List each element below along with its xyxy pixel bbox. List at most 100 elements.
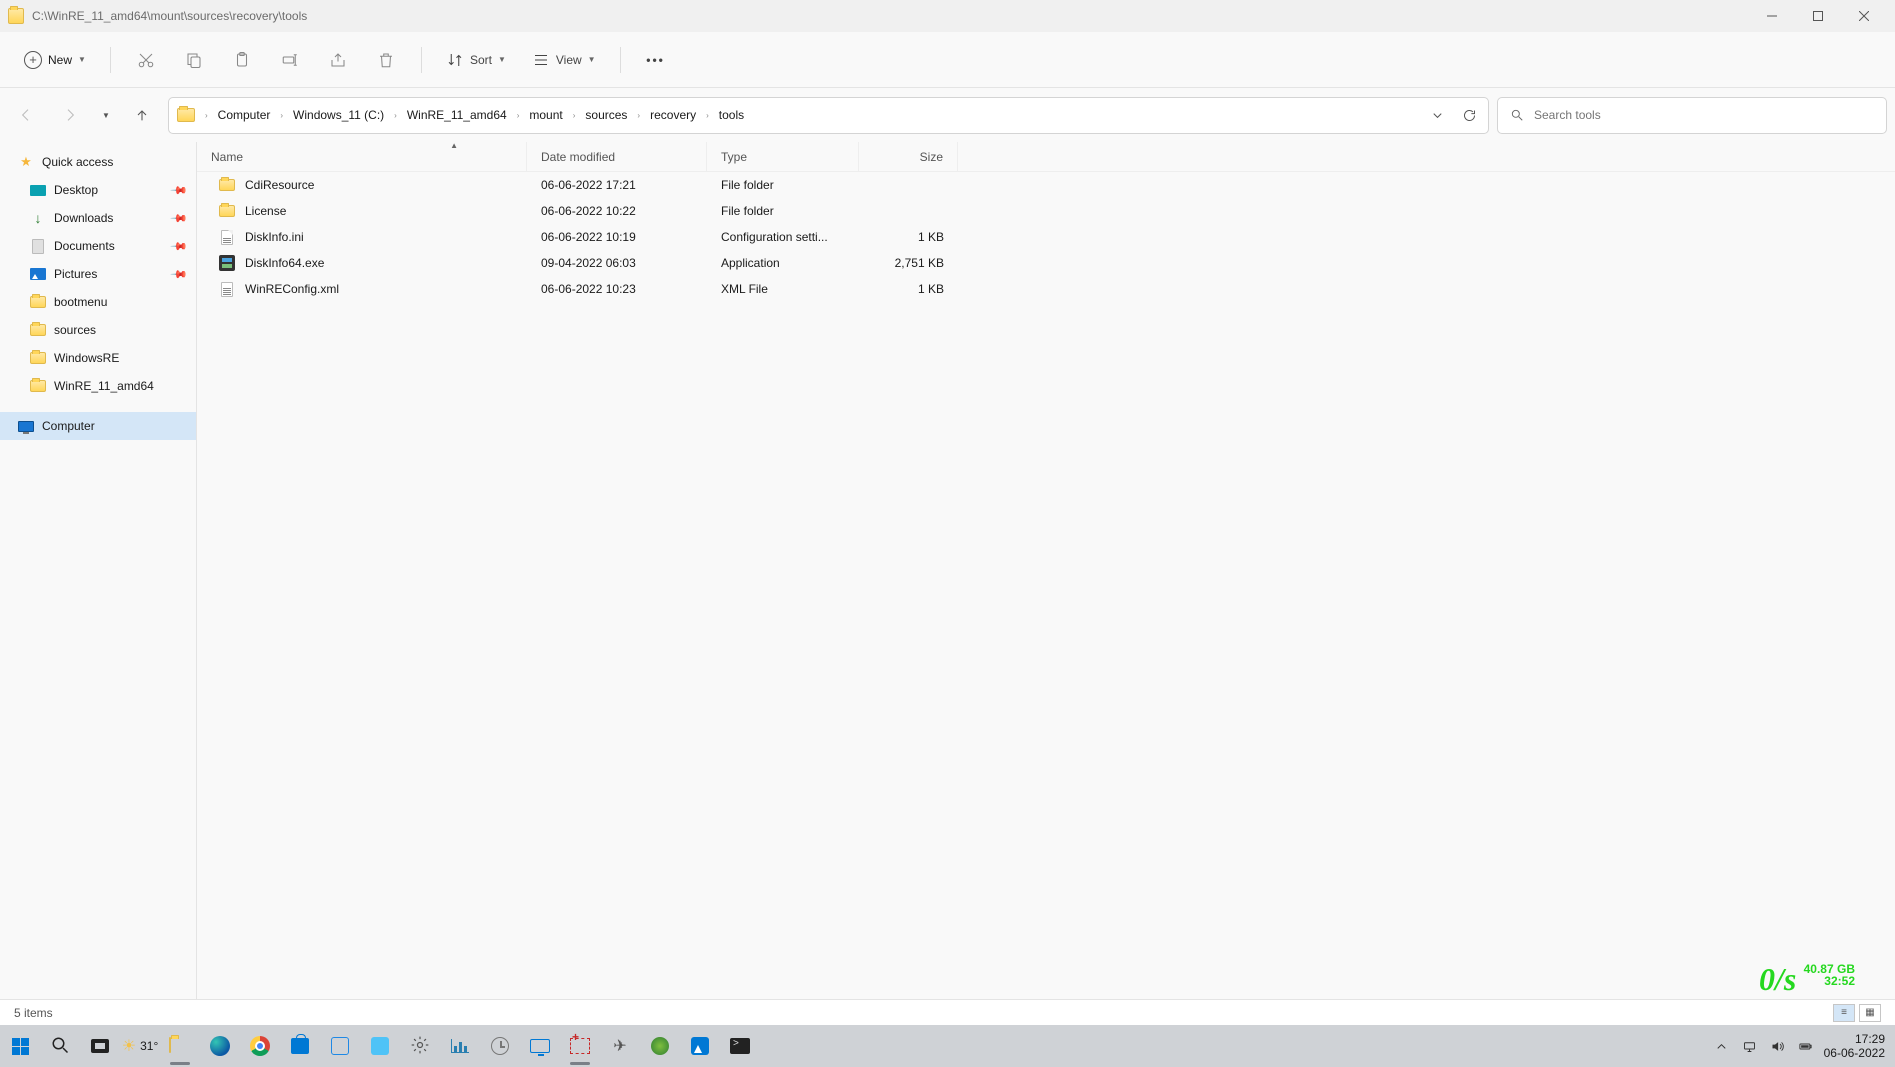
file-row[interactable]: DiskInfo.ini 06-06-2022 10:19 Configurat… bbox=[197, 224, 1895, 250]
column-size[interactable]: Size bbox=[859, 142, 958, 171]
taskbar-timer[interactable] bbox=[486, 1032, 514, 1060]
breadcrumb-sources[interactable]: sources bbox=[581, 104, 631, 126]
task-view-button[interactable] bbox=[86, 1032, 114, 1060]
window-controls bbox=[1749, 0, 1887, 32]
sidebar-item-quick-access[interactable]: ★ Quick access bbox=[0, 148, 196, 176]
sidebar-item-downloads[interactable]: ↓ Downloads 📌 bbox=[0, 204, 196, 232]
start-button[interactable] bbox=[6, 1032, 34, 1060]
ellipsis-icon: ••• bbox=[646, 53, 665, 67]
column-type[interactable]: Type bbox=[707, 142, 859, 171]
sidebar-item-documents[interactable]: Documents 📌 bbox=[0, 232, 196, 260]
new-button[interactable]: New ▼ bbox=[14, 45, 96, 75]
copy-button[interactable] bbox=[173, 41, 215, 79]
search-icon bbox=[1510, 108, 1524, 122]
file-size: 1 KB bbox=[859, 224, 958, 250]
chrome-icon bbox=[250, 1036, 270, 1056]
sidebar-label: Computer bbox=[42, 419, 95, 433]
taskbar-app[interactable] bbox=[326, 1032, 354, 1060]
sidebar-item-computer[interactable]: Computer bbox=[0, 412, 196, 440]
search-button[interactable] bbox=[46, 1032, 74, 1060]
thumbnails-view-button[interactable]: ▦ bbox=[1859, 1004, 1881, 1022]
taskbar-monitor[interactable] bbox=[526, 1032, 554, 1060]
sort-button[interactable]: Sort ▼ bbox=[436, 41, 516, 79]
tray-volume[interactable] bbox=[1768, 1036, 1788, 1056]
tray-battery[interactable] bbox=[1796, 1036, 1816, 1056]
net-rate: 0/s bbox=[1759, 961, 1796, 997]
taskbar-snipping[interactable] bbox=[566, 1032, 594, 1060]
sidebar-label: Pictures bbox=[54, 267, 97, 281]
sidebar-item-windowsre[interactable]: WindowsRE bbox=[0, 344, 196, 372]
taskbar-photos[interactable] bbox=[686, 1032, 714, 1060]
taskbar-terminal[interactable] bbox=[726, 1032, 754, 1060]
up-button[interactable] bbox=[124, 97, 160, 133]
more-button[interactable]: ••• bbox=[635, 41, 677, 79]
breadcrumb-drive[interactable]: Windows_11 (C:) bbox=[289, 104, 388, 126]
maximize-button[interactable] bbox=[1795, 0, 1841, 32]
refresh-button[interactable] bbox=[1458, 104, 1480, 126]
body: ★ Quick access Desktop 📌 ↓ Downloads 📌 D… bbox=[0, 142, 1895, 999]
desktop-icon bbox=[30, 185, 46, 196]
breadcrumb-mount[interactable]: mount bbox=[525, 104, 566, 126]
weather-widget[interactable]: ☀31° bbox=[126, 1032, 154, 1060]
history-dropdown[interactable]: ▼ bbox=[96, 111, 116, 120]
nav-row: ▼ › Computer › Windows_11 (C:) › WinRE_1… bbox=[0, 88, 1895, 142]
folder-icon bbox=[219, 179, 235, 191]
breadcrumb-recovery[interactable]: recovery bbox=[646, 104, 700, 126]
taskbar-notes[interactable] bbox=[366, 1032, 394, 1060]
taskbar-edge[interactable] bbox=[206, 1032, 234, 1060]
taskbar-clock[interactable]: 17:29 06-06-2022 bbox=[1824, 1032, 1885, 1061]
file-row[interactable]: WinREConfig.xml 06-06-2022 10:23 XML Fil… bbox=[197, 276, 1895, 302]
chevron-down-icon: ▼ bbox=[498, 55, 506, 64]
breadcrumb-tools[interactable]: tools bbox=[715, 104, 748, 126]
sidebar-label: WindowsRE bbox=[54, 351, 119, 365]
cut-button[interactable] bbox=[125, 41, 167, 79]
breadcrumb-winre[interactable]: WinRE_11_amd64 bbox=[403, 104, 511, 126]
paste-button[interactable] bbox=[221, 41, 263, 79]
sidebar-label: Desktop bbox=[54, 183, 98, 197]
column-name[interactable]: Name ▲ bbox=[197, 142, 527, 171]
taskbar-app2[interactable]: ✈ bbox=[606, 1032, 634, 1060]
tray-network[interactable] bbox=[1740, 1036, 1760, 1056]
file-row[interactable]: DiskInfo64.exe 09-04-2022 06:03 Applicat… bbox=[197, 250, 1895, 276]
item-count: 5 items bbox=[14, 1006, 53, 1020]
sidebar-item-desktop[interactable]: Desktop 📌 bbox=[0, 176, 196, 204]
snip-icon bbox=[570, 1038, 590, 1054]
sidebar: ★ Quick access Desktop 📌 ↓ Downloads 📌 D… bbox=[0, 142, 196, 999]
breadcrumb-computer[interactable]: Computer bbox=[214, 104, 275, 126]
forward-button[interactable] bbox=[52, 97, 88, 133]
sun-icon: ☀ bbox=[122, 1036, 136, 1056]
sidebar-item-winre11[interactable]: WinRE_11_amd64 bbox=[0, 372, 196, 400]
details-view-button[interactable]: ≡ bbox=[1833, 1004, 1855, 1022]
close-button[interactable] bbox=[1841, 0, 1887, 32]
taskbar-idm[interactable] bbox=[646, 1032, 674, 1060]
file-type: XML File bbox=[707, 276, 859, 302]
column-date[interactable]: Date modified bbox=[527, 142, 707, 171]
search-input[interactable] bbox=[1534, 108, 1874, 122]
delete-button[interactable] bbox=[365, 41, 407, 79]
sidebar-item-pictures[interactable]: Pictures 📌 bbox=[0, 260, 196, 288]
minimize-button[interactable] bbox=[1749, 0, 1795, 32]
address-dropdown[interactable] bbox=[1426, 104, 1448, 126]
address-bar[interactable]: › Computer › Windows_11 (C:) › WinRE_11_… bbox=[168, 97, 1489, 134]
sidebar-item-sources[interactable]: sources bbox=[0, 316, 196, 344]
pictures-icon bbox=[30, 268, 46, 280]
file-row[interactable]: CdiResource 06-06-2022 17:21 File folder bbox=[197, 172, 1895, 198]
sidebar-item-bootmenu[interactable]: bootmenu bbox=[0, 288, 196, 316]
chart-icon bbox=[451, 1039, 469, 1053]
view-button[interactable]: View ▼ bbox=[522, 41, 606, 79]
taskbar-explorer[interactable] bbox=[166, 1032, 194, 1060]
search-box[interactable] bbox=[1497, 97, 1887, 134]
titlebar: C:\WinRE_11_amd64\mount\sources\recovery… bbox=[0, 0, 1895, 32]
file-row[interactable]: License 06-06-2022 10:22 File folder bbox=[197, 198, 1895, 224]
tray-chevron[interactable] bbox=[1712, 1036, 1732, 1056]
file-type: File folder bbox=[707, 198, 859, 224]
rename-button[interactable] bbox=[269, 41, 311, 79]
taskbar-settings[interactable] bbox=[406, 1032, 434, 1060]
taskbar-chrome[interactable] bbox=[246, 1032, 274, 1060]
file-type: File folder bbox=[707, 172, 859, 198]
taskbar-store[interactable] bbox=[286, 1032, 314, 1060]
taskbar-perfmon[interactable] bbox=[446, 1032, 474, 1060]
new-label: New bbox=[48, 53, 72, 67]
share-button[interactable] bbox=[317, 41, 359, 79]
back-button[interactable] bbox=[8, 97, 44, 133]
